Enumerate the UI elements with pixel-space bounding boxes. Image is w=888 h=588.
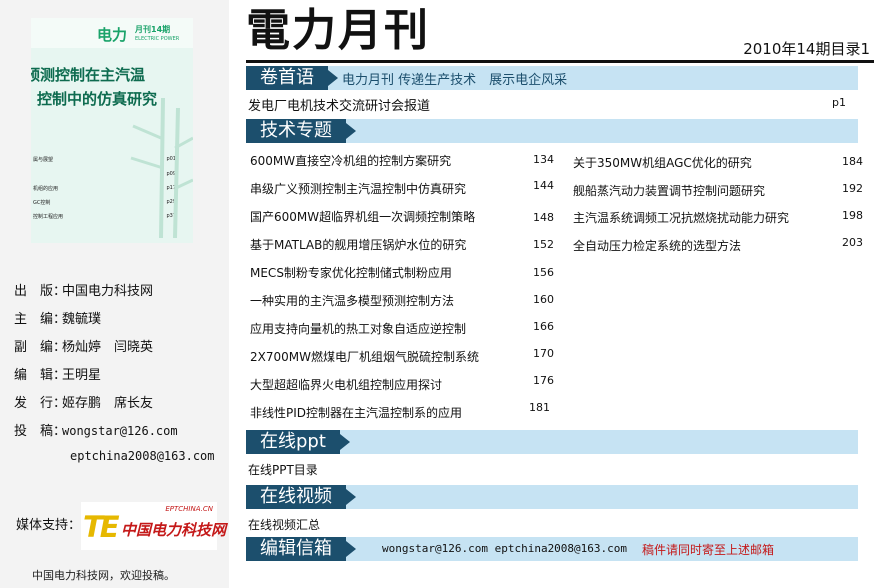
article-link[interactable]: 2X700MW燃煤电厂机组烟气脱硫控制系统	[250, 348, 479, 365]
bamboo-decoration-icon	[130, 98, 193, 238]
sidebar: 电力 月刊14期 ELECTRIC POWER 预测控制在主汽温 控制中的仿真研…	[0, 0, 229, 588]
section-tab-video[interactable]: 在线视频	[246, 485, 356, 509]
article-link[interactable]: 基于MATLAB的舰用增压锅炉水位的研究	[250, 236, 466, 253]
article-link[interactable]: 一种实用的主汽温多模型预测控制方法	[250, 292, 454, 309]
media-logo-tag: EPTCHINA.CN	[165, 505, 213, 513]
article-link[interactable]: 应用支持向量机的热工对象自适应逆控制	[250, 320, 466, 337]
header-divider	[246, 60, 874, 63]
distributor-row: 发 行：姬存鹏 席长友	[14, 396, 154, 411]
cover-issue: 月刊14期	[135, 25, 171, 34]
media-logo[interactable]: EPTCHINA.CN TE 中国电力科技网	[81, 502, 226, 550]
cover-title-line1: 预测控制在主汽温	[31, 66, 146, 84]
section-tab-ppt[interactable]: 在线ppt	[246, 430, 350, 454]
section-band-video: 在线视频	[246, 485, 858, 509]
article-page: 134	[533, 153, 554, 166]
preface-item-link[interactable]: 发电厂电机技术交流研讨会报道	[248, 95, 430, 114]
preface-slogan: 电力月刊 传递生产技术 展示电企风采	[342, 73, 568, 88]
deputy-editor-row: 副 编：杨灿婷 闫晓英	[14, 340, 154, 355]
article-page: 192	[842, 182, 863, 195]
footer-text: 中国电力科技网，欢迎投稿。	[32, 569, 175, 582]
article-link[interactable]: MECS制粉专家优化控制储式制粉应用	[250, 264, 452, 281]
cover-image[interactable]: 电力 月刊14期 ELECTRIC POWER 预测控制在主汽温 控制中的仿真研…	[31, 18, 193, 243]
article-page: 144	[533, 179, 554, 192]
article-link[interactable]: 600MW直接空冷机组的控制方案研究	[250, 152, 451, 169]
article-page: 203	[842, 236, 863, 249]
editor-row: 编 辑：王明星	[14, 368, 102, 383]
section-tab-preface[interactable]: 卷首语	[246, 66, 338, 90]
issue-label: 2010年14期目录1	[743, 40, 870, 58]
article-link[interactable]: 大型超超临界火电机组控制应用探讨	[250, 376, 442, 393]
contact-emails[interactable]: wongstar@126.com eptchina2008@163.com	[382, 542, 627, 555]
article-link[interactable]: 串级广义预测控制主汽温控制中仿真研究	[250, 180, 466, 197]
article-page: 166	[533, 320, 554, 333]
article-link[interactable]: 关于350MW机组AGC优化的研究	[573, 154, 752, 171]
article-page: 176	[533, 374, 554, 387]
article-page: 184	[842, 155, 863, 168]
submission-email-link-2[interactable]: eptchina2008@163.com	[70, 449, 215, 463]
submission-email-link[interactable]: wongstar@126.com	[62, 424, 178, 438]
article-link[interactable]: 非线性PID控制器在主汽温控制系的应用	[250, 404, 462, 421]
ppt-index-link[interactable]: 在线PPT目录	[248, 461, 318, 478]
article-page: 152	[533, 238, 554, 251]
cover-brand: 电力	[97, 26, 128, 44]
section-band-preface: 卷首语 电力月刊 传递生产技术 展示电企风采	[246, 66, 858, 90]
chief-editor-row: 主 编：魏毓璞	[14, 312, 102, 327]
section-band-tech: 技术专题	[246, 119, 858, 143]
media-logo-name: 中国电力科技网	[121, 521, 227, 539]
article-page: 148	[533, 211, 554, 224]
section-band-contact: 编辑信箱 wongstar@126.com eptchina2008@163.c…	[246, 537, 858, 561]
section-tab-tech[interactable]: 技术专题	[246, 119, 356, 143]
article-page: 160	[533, 293, 554, 306]
article-link[interactable]: 全自动压力检定系统的选型方法	[573, 237, 741, 254]
section-band-ppt: 在线ppt	[246, 430, 858, 454]
te-logo-icon: TE	[83, 510, 120, 544]
media-support-label: 媒体支持：	[16, 518, 82, 533]
article-page: 181	[529, 401, 550, 414]
masthead-title: 電力月刊	[246, 5, 430, 56]
submission-row: 投 稿：wongstar@126.com	[14, 424, 178, 439]
section-tab-contact[interactable]: 编辑信箱	[246, 537, 356, 561]
article-link[interactable]: 舰船蒸汽动力装置调节控制问题研究	[573, 182, 765, 199]
preface-item-page: p1	[832, 96, 846, 109]
video-index-link[interactable]: 在线视频汇总	[248, 516, 320, 533]
article-link[interactable]: 主汽温系统调频工况抗燃烧扰动能力研究	[573, 209, 789, 226]
article-link[interactable]: 国产600MW超临界机组一次调频控制策略	[250, 208, 475, 225]
article-page: 156	[533, 266, 554, 279]
article-page: 198	[842, 209, 863, 222]
contact-note: 稿件请同时寄至上述邮箱	[642, 543, 775, 557]
article-page: 170	[533, 347, 554, 360]
publisher-row: 出 版：中国电力科技网	[14, 284, 154, 299]
cover-subtitle: ELECTRIC POWER	[135, 36, 180, 42]
